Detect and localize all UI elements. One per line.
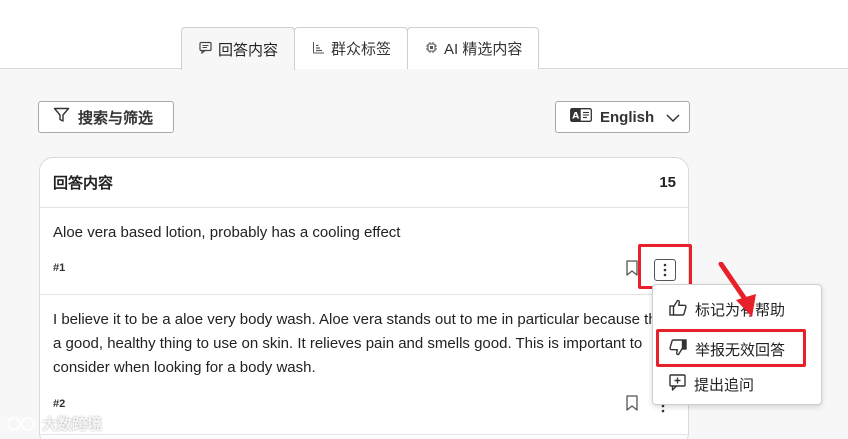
language-label: English xyxy=(600,108,655,126)
tab-answers[interactable]: 回答内容 xyxy=(181,27,296,70)
answers-card-header: 回答内容 15 xyxy=(40,158,688,208)
menu-item-follow-up[interactable]: 提出追问 xyxy=(669,374,754,395)
chevron-down-icon xyxy=(666,109,680,126)
answer-text-line: I believe it to be a aloe very body wash… xyxy=(53,311,657,328)
svg-text:A: A xyxy=(572,112,579,122)
highlight-box xyxy=(638,244,692,289)
ai-chip-icon xyxy=(424,41,438,57)
answer-number: #2 xyxy=(53,398,66,410)
answer-item: I believe it to be a aloe very body wash… xyxy=(40,295,688,435)
bookmark-icon[interactable] xyxy=(625,260,639,276)
language-select[interactable]: A English xyxy=(555,101,690,133)
filter-label: 搜索与筛选 xyxy=(78,109,154,127)
tab-crowd-tags[interactable]: 群众标签 xyxy=(294,27,409,69)
answer-number: #1 xyxy=(53,262,66,274)
answers-card-title: 回答内容 xyxy=(53,175,114,192)
watermark: 大数跨境 xyxy=(6,413,102,434)
menu-item-label: 提出追问 xyxy=(694,377,755,394)
bookmark-icon[interactable] xyxy=(625,395,639,411)
answers-card: 回答内容 15 Aloe vera based lotion, probably… xyxy=(39,157,689,439)
top-bar: 回答内容 群众标签 AI 精选内容 xyxy=(0,0,848,70)
highlight-box xyxy=(656,329,806,367)
chat-icon xyxy=(198,41,212,57)
answer-text-line: a good, healthy thing to use on skin. It… xyxy=(53,335,643,352)
watermark-text: 大数跨境 xyxy=(42,416,103,433)
answers-count: 15 xyxy=(659,174,676,191)
tab-label: 群众标签 xyxy=(331,41,392,58)
tab-label: AI 精选内容 xyxy=(444,41,523,58)
annotation-arrow xyxy=(718,262,756,317)
filter-icon xyxy=(53,107,70,127)
search-filter-button[interactable]: 搜索与筛选 xyxy=(38,101,174,133)
bar-chart-icon xyxy=(311,41,325,57)
watermark-logo-icon xyxy=(7,416,35,431)
answer-text: I believe it to be a aloe very body wash… xyxy=(53,295,675,380)
tab-label: 回答内容 xyxy=(218,41,279,59)
answer-item: Aloe vera based lotion, probably has a c… xyxy=(40,208,688,295)
thumbs-up-icon xyxy=(669,299,687,320)
add-comment-icon xyxy=(669,374,686,395)
answer-text-line: consider when looking for a body wash. xyxy=(53,359,316,376)
translate-icon: A xyxy=(570,108,592,126)
tab-bar: 回答内容 群众标签 AI 精选内容 xyxy=(181,27,540,70)
tab-ai-selected[interactable]: AI 精选内容 xyxy=(407,27,540,69)
answer-text: Aloe vera based lotion, probably has a c… xyxy=(53,224,401,241)
